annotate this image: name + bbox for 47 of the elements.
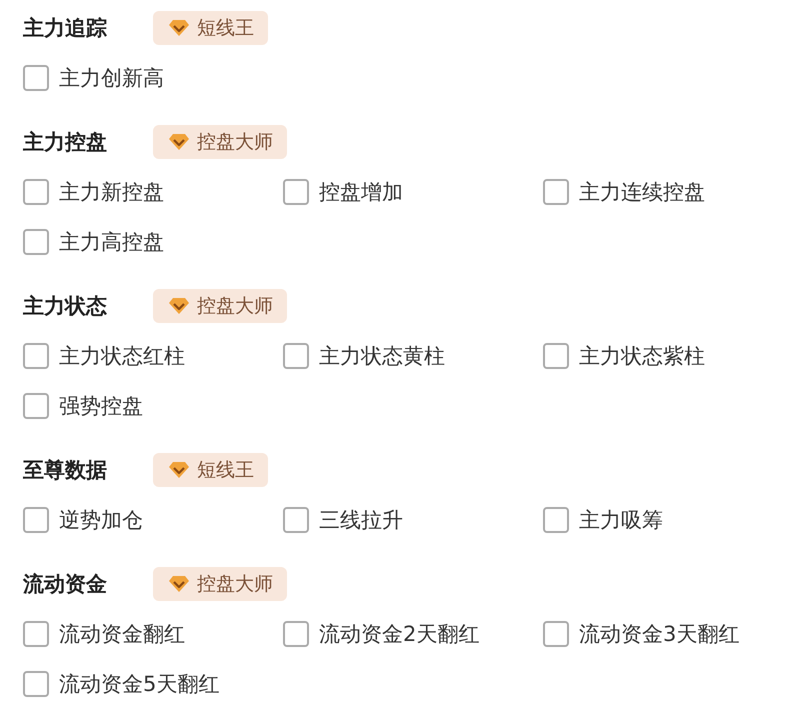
filter-checkbox[interactable]: 主力状态红柱 xyxy=(23,338,283,374)
checkbox[interactable] xyxy=(23,671,49,697)
checkbox[interactable] xyxy=(23,343,49,369)
filter-checkbox[interactable]: 主力状态黄柱 xyxy=(283,338,543,374)
badge-label: 短线王 xyxy=(197,458,254,483)
diamond-icon xyxy=(169,462,189,478)
filter-checkbox[interactable]: 强势控盘 xyxy=(23,388,283,424)
section-title: 流动资金 xyxy=(23,571,108,598)
filter-checkbox[interactable]: 流动资金2天翻红 xyxy=(283,616,543,652)
checkbox[interactable] xyxy=(283,507,309,533)
checkbox[interactable] xyxy=(543,179,569,205)
filter-checkbox[interactable]: 主力创新高 xyxy=(23,60,283,96)
filter-checkbox[interactable]: 流动资金5天翻红 xyxy=(23,666,283,702)
filter-checkbox[interactable]: 主力吸筹 xyxy=(543,502,803,538)
filter-checkbox[interactable]: 主力高控盘 xyxy=(23,224,283,260)
checkbox[interactable] xyxy=(543,621,569,647)
section-title: 主力追踪 xyxy=(23,15,108,42)
filter-checkbox[interactable]: 控盘增加 xyxy=(283,174,543,210)
section-title: 主力控盘 xyxy=(23,129,108,156)
checkbox[interactable] xyxy=(23,65,49,91)
badge-label: 控盘大师 xyxy=(197,130,273,155)
checkbox[interactable] xyxy=(283,621,309,647)
filter-checkbox[interactable]: 主力新控盘 xyxy=(23,174,283,210)
checkbox[interactable] xyxy=(23,393,49,419)
checkbox[interactable] xyxy=(543,507,569,533)
filter-checkbox[interactable]: 流动资金3天翻红 xyxy=(543,616,803,652)
diamond-icon xyxy=(169,134,189,150)
filter-checkbox[interactable]: 流动资金翻红 xyxy=(23,616,283,652)
diamond-icon xyxy=(169,576,189,592)
checkbox[interactable] xyxy=(23,507,49,533)
section-title: 主力状态 xyxy=(23,293,108,320)
checkbox[interactable] xyxy=(543,343,569,369)
filter-checkbox[interactable]: 主力连续控盘 xyxy=(543,174,803,210)
badge-label: 短线王 xyxy=(197,16,254,41)
badge-label: 控盘大师 xyxy=(197,294,273,319)
filter-checkbox[interactable]: 逆势加仓 xyxy=(23,502,283,538)
filter-checkbox[interactable]: 主力状态紫柱 xyxy=(543,338,803,374)
section-title: 至尊数据 xyxy=(23,457,108,484)
diamond-icon xyxy=(169,298,189,314)
diamond-icon xyxy=(169,20,189,36)
checkbox[interactable] xyxy=(283,179,309,205)
badge-label: 控盘大师 xyxy=(197,572,273,597)
filter-checkbox[interactable]: 三线拉升 xyxy=(283,502,543,538)
checkbox[interactable] xyxy=(23,621,49,647)
checkbox[interactable] xyxy=(23,179,49,205)
checkbox[interactable] xyxy=(23,229,49,255)
checkbox[interactable] xyxy=(283,343,309,369)
